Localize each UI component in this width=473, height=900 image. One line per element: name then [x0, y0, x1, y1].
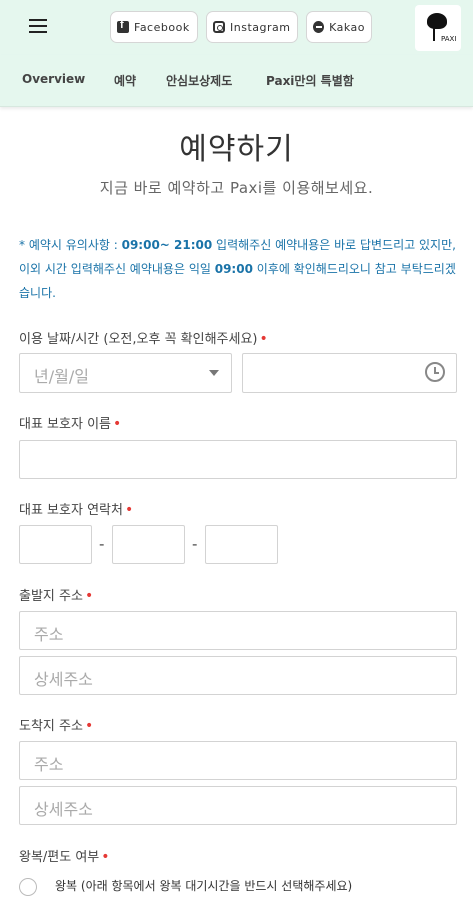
- instagram-button[interactable]: Instagram: [206, 11, 298, 43]
- guardian-name-label: 대표 보호자 이름 •: [19, 416, 122, 432]
- phone-separator: -: [192, 535, 198, 553]
- logo[interactable]: PAXI: [415, 5, 461, 51]
- logo-text: PAXI: [441, 35, 457, 43]
- nav-item-overview[interactable]: Overview: [22, 72, 85, 86]
- dog-logo-icon: [427, 13, 447, 29]
- required-mark: •: [113, 416, 122, 432]
- phone-input-2[interactable]: [112, 525, 185, 564]
- date-select[interactable]: 년/월/일: [19, 353, 232, 393]
- phone-separator: -: [99, 535, 105, 553]
- phone-input-1[interactable]: [19, 525, 92, 564]
- required-mark: •: [84, 588, 94, 604]
- top-bar: Facebook Instagram Kakao PAXI: [0, 0, 473, 55]
- phone-input-3[interactable]: [205, 525, 278, 564]
- instagram-icon: [213, 21, 225, 33]
- kakao-button[interactable]: Kakao: [306, 11, 372, 43]
- date-time-label: 이용 날짜/시간 (오전,오후 꼭 확인해주세요) •: [19, 331, 268, 347]
- departure-address-input[interactable]: 주소: [19, 611, 457, 650]
- facebook-button[interactable]: Facebook: [110, 11, 198, 43]
- arrival-address-label: 도착지 주소 •: [19, 718, 94, 734]
- chevron-down-icon: [209, 370, 219, 376]
- departure-address-label: 출발지 주소 •: [19, 588, 94, 604]
- round-trip-radio[interactable]: [19, 878, 37, 896]
- departure-detail-input[interactable]: 상세주소: [19, 656, 457, 695]
- instagram-label: Instagram: [230, 20, 291, 34]
- arrival-detail-input[interactable]: 상세주소: [19, 786, 457, 825]
- guardian-phone-label: 대표 보호자 연락처 •: [19, 502, 134, 518]
- required-mark: •: [101, 849, 110, 865]
- date-placeholder: 년/월/일: [34, 367, 89, 386]
- notice-hours: 09:00~ 21:00: [121, 238, 213, 252]
- reservation-notice: * 예약시 유의사항 : 09:00~ 21:00 입력해주신 예약내용은 바로…: [19, 238, 456, 300]
- nav-item-compensation[interactable]: 안심보상제도: [166, 72, 232, 89]
- kakao-icon: [313, 21, 325, 33]
- trip-type-label: 왕복/편도 여부 •: [19, 849, 110, 865]
- guardian-name-input[interactable]: [19, 440, 457, 479]
- menu-icon[interactable]: [29, 19, 47, 33]
- nav-item-reservation[interactable]: 예약: [114, 72, 136, 89]
- required-mark: •: [259, 331, 268, 347]
- round-trip-label: 왕복 (아래 항목에서 왕복 대기시간을 반드시 선택해주세요): [55, 879, 353, 893]
- facebook-label: Facebook: [134, 20, 190, 34]
- page-subtitle: 지금 바로 예약하고 Paxi를 이용해보세요.: [99, 179, 374, 197]
- time-input[interactable]: [242, 353, 457, 393]
- required-mark: •: [124, 502, 134, 518]
- clock-icon: [425, 362, 445, 382]
- arrival-address-input[interactable]: 주소: [19, 741, 457, 780]
- sub-navigation: Overview 예약 안심보상제도 Paxi만의 특별함: [0, 55, 473, 107]
- required-mark: •: [84, 718, 94, 734]
- page-title: 예약하기: [179, 132, 294, 167]
- facebook-icon: [117, 19, 129, 33]
- nav-item-special[interactable]: Paxi만의 특별함: [266, 72, 354, 89]
- notice-next-time: 09:00: [214, 262, 253, 276]
- kakao-label: Kakao: [329, 20, 365, 34]
